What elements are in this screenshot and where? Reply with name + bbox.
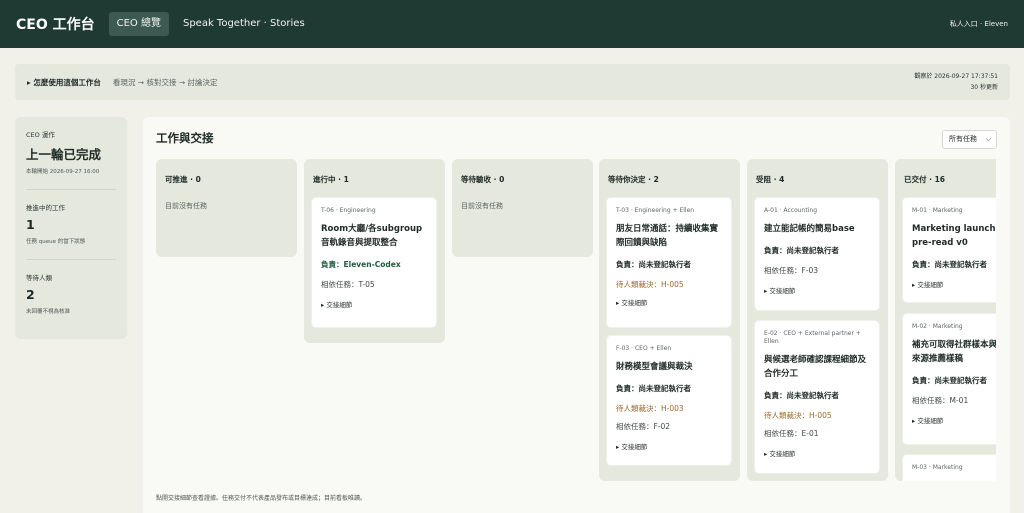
column-awaiting-acceptance: 等待驗收 · 0 目前沒有任務 <box>452 159 593 257</box>
handoff-details-toggle[interactable]: ▸ 交接細節 <box>616 297 722 307</box>
card-owner: 負責：尚未登記執行者 <box>764 391 839 400</box>
card-tag: T-03 · Engineering + Ellen <box>616 207 695 214</box>
card-dependency: 相依任務：E-01 <box>764 429 819 438</box>
handoff-details-toggle[interactable]: ▸ 交接細節 <box>764 285 870 295</box>
status-sidebar: CEO 運作 上一輪已完成 本輪開始 2026-09-27 16:00 推進中的… <box>15 117 127 339</box>
private-entry-link[interactable]: 私人入口 · Eleven <box>950 19 1008 29</box>
handoff-details-toggle[interactable]: ▸ 交接細節 <box>321 299 427 309</box>
task-filter-value: 所有任務 <box>949 135 977 143</box>
task-card-t06[interactable]: T-06 · Engineering Room大廳/各subgroup音軌錄音與… <box>312 198 436 327</box>
kanban-board: 可推進 · 0 目前沒有任務 進行中 · 1 T-06 · Engineerin… <box>156 159 996 481</box>
handoff-details-toggle[interactable]: ▸ 交接細節 <box>912 415 996 425</box>
card-dependency: 相依任務：F-02 <box>616 422 671 431</box>
column-header: 等待你決定 · 2 <box>608 175 659 184</box>
run-label: CEO 運作 <box>26 131 55 139</box>
card-pending-decision: 待人類裁決：H-005 <box>764 411 832 420</box>
card-tag: T-06 · Engineering <box>321 207 376 214</box>
sidebar-divider <box>26 259 116 260</box>
card-dependency: 相依任務：T-05 <box>321 280 375 289</box>
card-owner: 負責：Eleven-Codex <box>321 260 401 269</box>
card-tag: M-02 · Marketing <box>912 323 963 330</box>
card-pending-decision: 待人類裁決：H-003 <box>616 404 684 413</box>
active-work-label: 推進中的工作 <box>26 204 65 212</box>
handoff-details-toggle[interactable]: ▸ 交接細節 <box>616 441 722 451</box>
column-ready: 可推進 · 0 目前沒有任務 <box>156 159 297 257</box>
handoff-details-toggle[interactable]: ▸ 交接細節 <box>764 448 870 458</box>
waiting-human-label: 等待人類 <box>26 274 52 282</box>
refresh-interval: 30 秒更新 <box>970 84 998 91</box>
task-filter-select[interactable]: 所有任務 ⌵ <box>942 130 997 149</box>
card-owner: 負責：尚未登記執行者 <box>616 384 691 393</box>
card-pending-decision: 待人類裁決：H-005 <box>616 280 684 289</box>
help-steps: 看現況 → 核對交接 → 討論決定 <box>112 77 218 87</box>
column-awaiting-decision: 等待你決定 · 2 T-03 · Engineering + Ellen 朋友日… <box>599 159 740 481</box>
card-title: 財務模型會議與裁決 <box>616 362 693 372</box>
card-tag: M-03 · Marketing <box>912 464 963 471</box>
sidebar-divider <box>26 189 116 190</box>
column-in-progress: 進行中 · 1 T-06 · Engineering Room大廳/各subgr… <box>304 159 445 343</box>
column-empty: 目前沒有任務 <box>461 202 503 210</box>
task-card-m03[interactable]: M-03 · Marketing <box>903 455 996 481</box>
card-owner: 負責：尚未登記執行者 <box>912 260 987 269</box>
help-bar: ▸ 怎麼使用這個工作台 看現況 → 核對交接 → 討論決定 觀察於 2026-0… <box>15 64 1010 100</box>
handoff-details-toggle[interactable]: ▸ 交接細節 <box>912 279 996 289</box>
card-owner: 負責：尚未登記執行者 <box>912 376 987 385</box>
column-header: 等待驗收 · 0 <box>461 175 505 184</box>
column-blocked: 受阻 · 4 A-01 · Accounting 建立能記帳的簡易base 負責… <box>747 159 888 481</box>
help-toggle[interactable]: ▸ 怎麼使用這個工作台 <box>27 77 101 88</box>
column-delivered: 已交付 · 16 M-01 · Marketing Marketing laun… <box>895 159 996 481</box>
card-title: Room大廳/各subgroup音軌錄音與提取整合 <box>321 224 423 248</box>
column-header: 進行中 · 1 <box>313 175 349 184</box>
card-title: 建立能記帳的簡易base <box>764 224 855 234</box>
card-owner: 負責：尚未登記執行者 <box>764 246 839 255</box>
board-footnote: 點開交接細節查看證據。任務交付不代表產品發布或目標達成；目前看板唯讀。 <box>156 495 367 502</box>
brand-title: CEO 工作台 <box>16 17 95 33</box>
task-card-m02[interactable]: M-02 · Marketing 補充可取得社群樣本與身份來源推薦樣稿 負責：尚… <box>903 314 996 444</box>
card-title: 與候選老師確認課程細節及合作分工 <box>764 355 867 379</box>
card-tag: E-02 · CEO + External partner + Ellen <box>764 330 861 345</box>
column-empty: 目前沒有任務 <box>165 202 207 210</box>
card-tag: M-01 · Marketing <box>912 207 963 214</box>
card-title: 朋友日常通話：持續收集實際回饋與缺陷 <box>616 224 719 248</box>
task-card-e02[interactable]: E-02 · CEO + External partner + Ellen 與候… <box>755 321 879 473</box>
run-started: 本輪開始 2026-09-27 16:00 <box>26 169 100 175</box>
card-tag: A-01 · Accounting <box>764 207 817 214</box>
active-work-sub: 任務 queue 的當下狀態 <box>26 239 86 245</box>
active-work-count: 1 <box>26 217 35 232</box>
card-dependency: 相依任務：F-03 <box>764 266 819 275</box>
tab-ceo-overview[interactable]: CEO 總覽 <box>108 12 169 36</box>
task-card-f03[interactable]: F-03 · CEO + Ellen 財務模型會議與裁決 負責：尚未登記執行者 … <box>607 336 731 465</box>
top-bar: CEO 工作台 CEO 總覽 Speak Together · Stories … <box>0 0 1024 48</box>
tab-speak-together-stories[interactable]: Speak Together · Stories <box>175 12 313 36</box>
task-card-a01[interactable]: A-01 · Accounting 建立能記帳的簡易base 負責：尚未登記執行… <box>755 198 879 310</box>
waiting-human-count: 2 <box>26 287 35 302</box>
work-handoff-panel: 工作與交接 所有任務 ⌵ 可推進 · 0 目前沒有任務 進行中 · 1 T-06… <box>143 117 1010 513</box>
run-status: 上一輪已完成 <box>26 147 102 162</box>
task-card-m01[interactable]: M-01 · Marketing Marketing launch pre-re… <box>903 198 996 302</box>
panel-title: 工作與交接 <box>156 131 214 145</box>
column-header: 可推進 · 0 <box>165 175 201 184</box>
task-card-t03[interactable]: T-03 · Engineering + Ellen 朋友日常通話：持續收集實際… <box>607 198 731 327</box>
column-header: 已交付 · 16 <box>904 175 946 184</box>
refresh-status: 觀察於 2026-09-27 17:37:51 30 秒更新 <box>914 71 998 93</box>
chevron-down-icon: ⌵ <box>985 135 991 143</box>
card-title: Marketing launch pre-read v0 <box>912 224 996 248</box>
column-header: 受阻 · 4 <box>756 175 785 184</box>
card-tag: F-03 · CEO + Ellen <box>616 345 672 352</box>
waiting-human-sub: 未回覆不視為核准 <box>26 309 71 315</box>
card-owner: 負責：尚未登記執行者 <box>616 260 691 269</box>
card-dependency: 相依任務：M-01 <box>912 396 969 405</box>
card-title: 補充可取得社群樣本與身份來源推薦樣稿 <box>912 340 996 364</box>
observed-time: 觀察於 2026-09-27 17:37:51 <box>914 73 998 80</box>
